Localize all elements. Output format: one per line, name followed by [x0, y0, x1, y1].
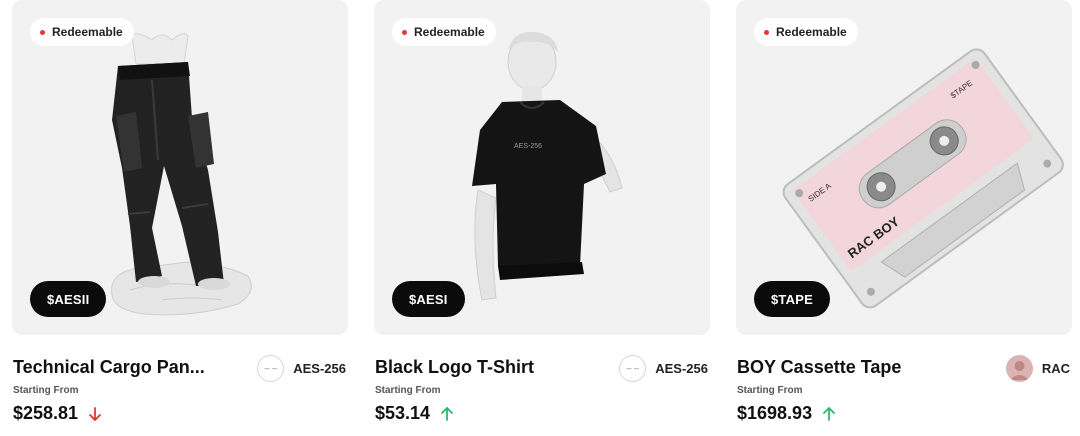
product-image-area[interactable]: SIDE A $TAPE RAC BOY Redeemable $TAPE [736, 0, 1072, 335]
arrow-up-icon [823, 406, 835, 421]
creator-name: AES-256 [293, 360, 346, 376]
product-image-area[interactable]: AES-256 Redeemable $AESI [374, 0, 710, 335]
product-card[interactable]: SIDE A $TAPE RAC BOY Redeemable $TAPE BO… [736, 0, 1072, 436]
creator-info[interactable]: – – AES-256 [619, 354, 708, 382]
ticker-chip[interactable]: $AESI [392, 281, 465, 317]
badge-label: Redeemable [776, 25, 847, 39]
ticker-chip[interactable]: $TAPE [754, 281, 830, 317]
price-row: $1698.93 [737, 403, 836, 424]
arrow-up-icon [441, 406, 453, 421]
svg-text:AES-256: AES-256 [514, 143, 542, 150]
product-card[interactable]: AES-256 Redeemable $AESI Black Logo T-Sh… [374, 0, 710, 436]
product-title[interactable]: Black Logo T-Shirt [375, 357, 605, 378]
price-row: $53.14 [375, 403, 454, 424]
price-subtitle: Starting From [375, 385, 441, 396]
product-image-area[interactable]: Redeemable $AESII [12, 0, 348, 335]
redeemable-badge: Redeemable [392, 18, 496, 46]
product-price: $258.81 [13, 403, 79, 423]
product-price: $53.14 [375, 403, 431, 423]
arrow-down-icon [89, 406, 101, 421]
creator-name: RAC [1041, 360, 1070, 376]
product-price: $1698.93 [737, 403, 813, 423]
badge-label: Redeemable [414, 25, 485, 39]
ticker-chip[interactable]: $AESII [30, 281, 107, 317]
status-dot-icon [764, 29, 769, 35]
product-title[interactable]: Technical Cargo Pan... [13, 357, 243, 378]
status-dot-icon [40, 29, 45, 35]
creator-name: AES-256 [655, 360, 708, 376]
price-row: $258.81 [13, 403, 102, 424]
price-subtitle: Starting From [737, 385, 803, 396]
avatar-icon [1005, 354, 1033, 382]
price-subtitle: Starting From [13, 385, 79, 396]
placeholder-avatar-icon: – – [619, 354, 647, 382]
product-grid: Redeemable $AESII Technical Cargo Pan...… [0, 0, 1080, 436]
user-photo-avatar [1005, 354, 1033, 382]
product-card[interactable]: Redeemable $AESII Technical Cargo Pan...… [12, 0, 348, 436]
creator-info[interactable]: RAC [1005, 354, 1070, 382]
product-title[interactable]: BOY Cassette Tape [737, 357, 967, 378]
redeemable-badge: Redeemable [30, 18, 134, 46]
badge-label: Redeemable [52, 25, 123, 39]
creator-info[interactable]: – – AES-256 [257, 354, 346, 382]
status-dot-icon [402, 29, 407, 35]
redeemable-badge: Redeemable [754, 18, 858, 46]
placeholder-avatar-icon: – – [257, 354, 285, 382]
